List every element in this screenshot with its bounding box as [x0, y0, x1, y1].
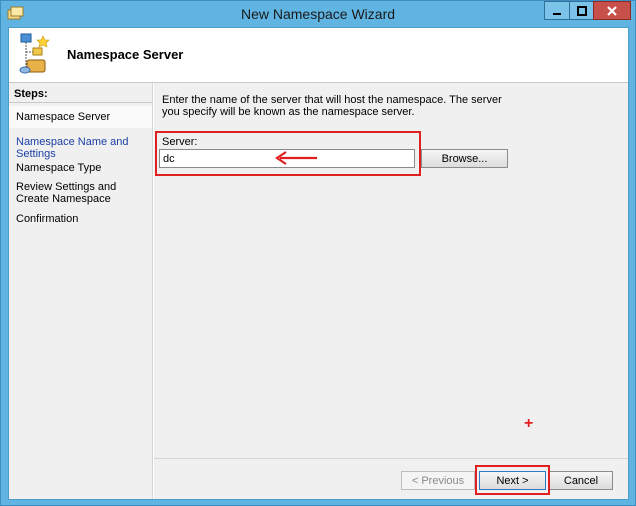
minimize-icon [553, 12, 561, 15]
minimize-button[interactable] [544, 1, 570, 20]
step-namespace-type: Namespace Type [16, 162, 102, 174]
wizard-client-area: Namespace Server Steps: Namespace Server… [8, 27, 629, 500]
steps-panel: Steps: Namespace Server Namespace Name a… [9, 83, 153, 499]
step-namespace-server: Namespace Server [9, 106, 152, 128]
wizard-header: Namespace Server [9, 28, 628, 82]
steps-title: Steps: [14, 88, 48, 100]
maximize-button[interactable] [569, 1, 594, 20]
page-title: Namespace Server [67, 47, 184, 62]
namespace-tree-icon [19, 33, 50, 74]
window-title: New Namespace Wizard [240, 6, 396, 22]
step-review-settings: Review Settings and Create Namespace [16, 181, 117, 205]
content-panel: Enter the name of the server that will h… [154, 83, 628, 471]
close-icon [607, 5, 617, 16]
browse-button[interactable]: Browse... [421, 149, 508, 168]
title-bar[interactable]: New Namespace Wizard [1, 1, 635, 27]
maximize-icon [576, 5, 587, 16]
previous-button[interactable]: < Previous [401, 471, 475, 490]
arrow-left-icon [275, 151, 317, 165]
close-button[interactable] [593, 1, 631, 20]
instructions-text: Enter the name of the server that will h… [162, 94, 502, 118]
steps-divider [9, 102, 152, 103]
step-namespace-name-and-settings[interactable]: Namespace Name and Settings [16, 136, 150, 160]
step-confirmation: Confirmation [16, 213, 79, 225]
wizard-footer: < Previous Next > Cancel [154, 458, 628, 499]
wizard-window: New Namespace Wizard Namespace Server St… [0, 0, 636, 506]
crosshair-plus-icon: + [524, 415, 534, 432]
cancel-button[interactable]: Cancel [549, 471, 613, 490]
next-highlight-box [475, 465, 550, 495]
